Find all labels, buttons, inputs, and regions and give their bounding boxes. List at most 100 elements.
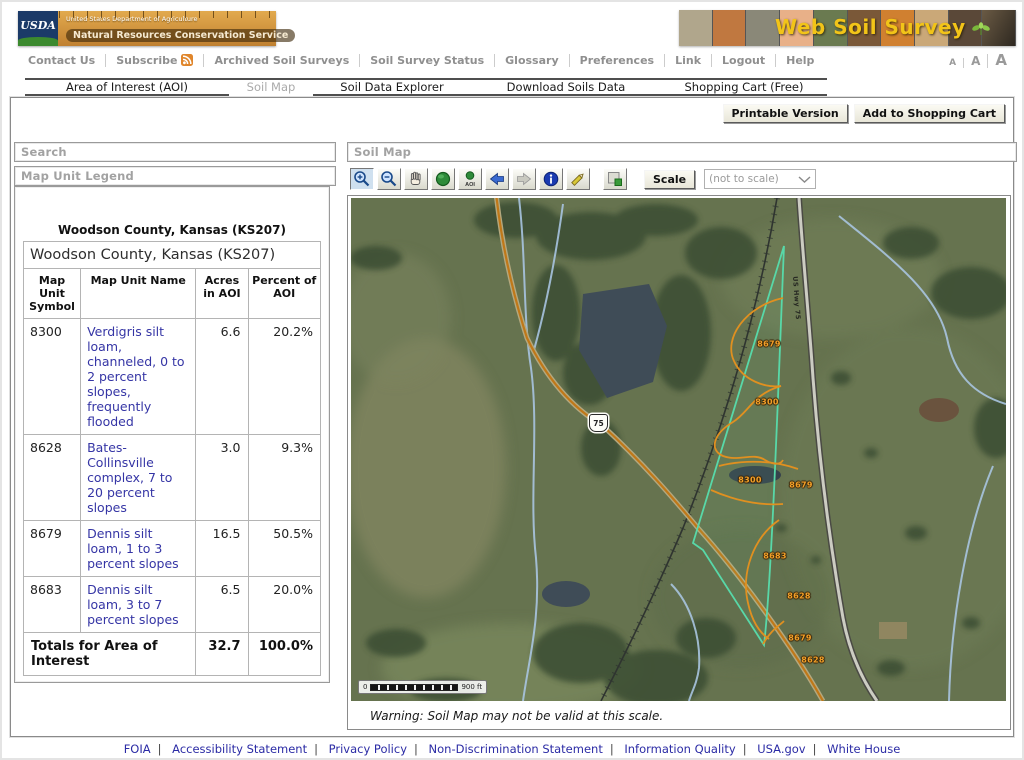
usda-acronym: USDA xyxy=(20,19,56,32)
table-row: 8683 Dennis silt loam, 3 to 7 percent sl… xyxy=(24,577,321,633)
scale-dropdown[interactable]: (not to scale) xyxy=(704,169,816,189)
survey-area-name: Woodson County, Kansas (KS207) xyxy=(24,242,321,269)
legend-table-caption: Woodson County, Kansas (KS207) xyxy=(15,223,329,237)
sprout-icon xyxy=(972,22,990,36)
content-frame: Printable Version Add to Shopping Cart S… xyxy=(10,97,1014,737)
col-map-unit-name: Map Unit Name xyxy=(81,269,196,319)
scale-segments xyxy=(370,684,458,691)
map-unit-symbol: 8679 xyxy=(24,521,81,577)
map-scale-bar: 0 900 ft xyxy=(358,680,487,694)
map-toolbar: AOI xyxy=(350,166,816,192)
map-unit-label: 8679 xyxy=(789,481,812,490)
table-row: 8679 Dennis silt loam, 1 to 3 percent sl… xyxy=(24,521,321,577)
map-unit-label: 8300 xyxy=(755,398,778,407)
usda-logo: USDA xyxy=(18,11,58,46)
highway-shield-75: 75 xyxy=(589,414,608,432)
zoom-to-extent-globe-icon[interactable] xyxy=(431,168,455,190)
map-unit-symbol: 8628 xyxy=(24,435,81,521)
totals-row: Totals for Area of Interest 32.7 100.0% xyxy=(24,633,321,676)
identify-info-icon[interactable] xyxy=(539,168,563,190)
app-title: Web Soil Survey xyxy=(775,15,966,39)
map-warning-bar: Warning: Soil Map may not be valid at th… xyxy=(348,703,1010,729)
col-acres-in-aoi: Acres in AOI xyxy=(196,269,248,319)
zoom-out-tool-icon[interactable] xyxy=(377,168,401,190)
nav-logout[interactable]: Logout xyxy=(712,54,776,67)
map-unit-label: 8300 xyxy=(738,476,761,485)
map-unit-label: 8683 xyxy=(763,552,786,561)
footer-accessibility[interactable]: Accessibility Statement xyxy=(172,742,307,756)
printable-version-button[interactable]: Printable Version xyxy=(723,104,848,123)
nav-help[interactable]: Help xyxy=(776,54,824,67)
soil-map-canvas[interactable]: 8679 8300 8300 8679 8683 8628 8679 8628 … xyxy=(351,198,1006,701)
col-map-unit-symbol: Map Unit Symbol xyxy=(24,269,81,319)
soil-map-panel: Soil Map xyxy=(347,138,1013,730)
map-unit-symbol: 8683 xyxy=(24,577,81,633)
aerial-imagery xyxy=(351,198,1006,701)
measure-pencil-icon[interactable] xyxy=(566,168,590,190)
search-section-header[interactable]: Search xyxy=(14,142,336,162)
previous-view-arrow-icon[interactable] xyxy=(485,168,509,190)
map-unit-label: 8679 xyxy=(788,634,811,643)
next-view-arrow-icon[interactable] xyxy=(512,168,536,190)
percent-value: 50.5% xyxy=(248,521,321,577)
acres-value: 6.6 xyxy=(196,319,248,435)
totals-acres: 32.7 xyxy=(196,633,248,676)
map-unit-name-link[interactable]: Dennis silt loam, 1 to 3 percent slopes xyxy=(81,521,196,577)
soil-map-section-header[interactable]: Soil Map xyxy=(347,142,1017,162)
font-size-large-button[interactable]: A xyxy=(988,51,1014,69)
table-row: 8628 Bates-Collinsville complex, 7 to 20… xyxy=(24,435,321,521)
nav-preferences[interactable]: Preferences xyxy=(570,54,665,67)
font-size-controls: A A A xyxy=(942,51,1014,69)
scale-end: 900 ft xyxy=(461,683,482,691)
map-unit-legend-content: Woodson County, Kansas (KS207) Woodson C… xyxy=(14,186,330,683)
pan-hand-icon[interactable] xyxy=(404,168,428,190)
map-unit-legend-header[interactable]: Map Unit Legend xyxy=(14,166,336,186)
pond-small xyxy=(542,581,590,607)
font-size-medium-button[interactable]: A xyxy=(964,54,988,68)
usda-banner: USDA United States Department of Agricul… xyxy=(18,11,276,46)
map-unit-legend-table: Woodson County, Kansas (KS207) Map Unit … xyxy=(23,241,321,676)
map-box: 8679 8300 8300 8679 8683 8628 8679 8628 … xyxy=(347,195,1011,730)
tab-soil-map[interactable]: Soil Map xyxy=(229,78,313,96)
totals-label: Totals for Area of Interest xyxy=(24,633,196,676)
svg-text:AOI: AOI xyxy=(465,182,475,188)
nav-glossary[interactable]: Glossary xyxy=(495,54,569,67)
rss-icon xyxy=(181,54,193,66)
footer-foia[interactable]: FOIA xyxy=(124,742,151,756)
zoom-to-aoi-icon[interactable]: AOI xyxy=(458,168,482,190)
percent-value: 9.3% xyxy=(248,435,321,521)
map-unit-symbol: 8300 xyxy=(24,319,81,435)
nav-link[interactable]: Link xyxy=(665,54,712,67)
tab-shopping-cart[interactable]: Shopping Cart (Free) xyxy=(661,78,827,96)
col-percent-of-aoi: Percent of AOI xyxy=(248,269,321,319)
mark-point-layers-icon[interactable] xyxy=(603,168,627,190)
scale-dropdown-value: (not to scale) xyxy=(709,173,779,185)
nav-soil-survey-status[interactable]: Soil Survey Status xyxy=(360,54,495,67)
footer-information-quality[interactable]: Information Quality xyxy=(624,742,735,756)
top-nav: Contact Us Subscribe Archived Soil Surve… xyxy=(18,51,1014,69)
nav-subscribe[interactable]: Subscribe xyxy=(106,54,204,67)
nav-contact-us[interactable]: Contact Us xyxy=(18,54,106,67)
survey-area-row: Woodson County, Kansas (KS207) xyxy=(24,242,321,269)
footer-usa-gov[interactable]: USA.gov xyxy=(757,742,805,756)
map-unit-name-link[interactable]: Dennis silt loam, 3 to 7 percent slopes xyxy=(81,577,196,633)
tab-area-of-interest[interactable]: Area of Interest (AOI) xyxy=(25,78,229,96)
nav-archived-soil-surveys[interactable]: Archived Soil Surveys xyxy=(204,54,360,67)
tab-download-soils-data[interactable]: Download Soils Data xyxy=(471,78,661,96)
usda-logo-field xyxy=(18,37,58,46)
map-unit-name-link[interactable]: Verdigris silt loam, channeled, 0 to 2 p… xyxy=(81,319,196,435)
footer-non-discrimination[interactable]: Non-Discrimination Statement xyxy=(429,742,603,756)
add-to-shopping-cart-button[interactable]: Add to Shopping Cart xyxy=(854,104,1005,123)
totals-percent: 100.0% xyxy=(248,633,321,676)
soil-tile xyxy=(713,10,746,46)
scale-button[interactable]: Scale xyxy=(644,170,695,189)
tab-soil-data-explorer[interactable]: Soil Data Explorer xyxy=(313,78,471,96)
acres-value: 6.5 xyxy=(196,577,248,633)
zoom-in-tool-icon[interactable] xyxy=(350,168,374,190)
percent-value: 20.0% xyxy=(248,577,321,633)
map-unit-name-link[interactable]: Bates-Collinsville complex, 7 to 20 perc… xyxy=(81,435,196,521)
font-size-small-button[interactable]: A xyxy=(942,58,964,68)
percent-value: 20.2% xyxy=(248,319,321,435)
footer-white-house[interactable]: White House xyxy=(827,742,900,756)
footer-privacy-policy[interactable]: Privacy Policy xyxy=(329,742,407,756)
